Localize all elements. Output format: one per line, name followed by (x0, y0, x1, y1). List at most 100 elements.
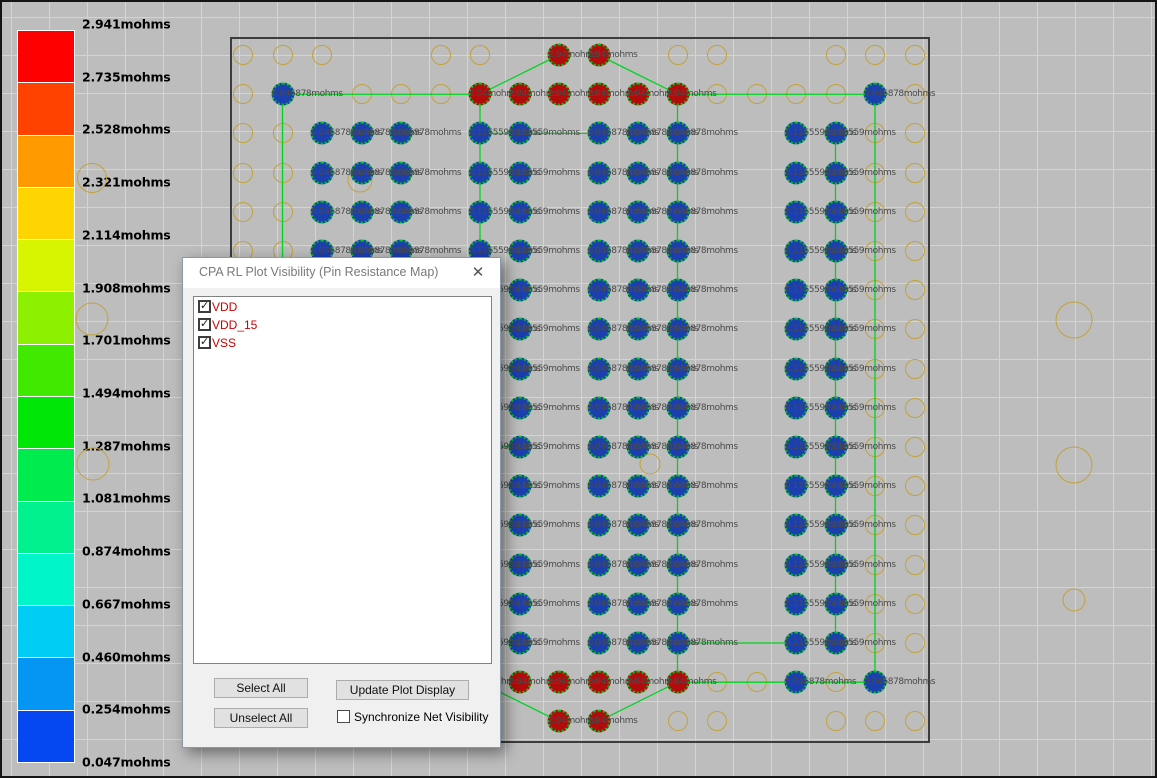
unconnected-pad-circle (905, 555, 925, 575)
pin-resistance-label: 0.046878mohms (390, 128, 461, 138)
close-icon[interactable]: ✕ (468, 263, 488, 281)
legend-swatch (17, 553, 75, 606)
pin-resistance-label: 0.116559mohms (825, 168, 896, 178)
net-checkbox-vdd_15[interactable]: ✓ (198, 318, 211, 331)
pin-resistance-label: 0.116559mohms (509, 285, 580, 295)
app-window: 2.941mohms2.735mohms2.528mohms2.321mohms… (0, 0, 1157, 778)
unconnected-pad-circle (905, 280, 925, 300)
unconnected-pad-circle (905, 437, 925, 457)
pin-resistance-label: 0.046878mohms (785, 677, 856, 687)
legend-swatch (17, 710, 75, 763)
net-list-item[interactable]: ✓VSS (198, 334, 491, 351)
net-label[interactable]: VDD_15 (212, 318, 257, 332)
legend-swatch (17, 239, 75, 292)
pin-resistance-label: 0.046878mohms (667, 560, 738, 570)
pin-resistance-label: 0.116559mohms (825, 364, 896, 374)
pin-resistance-label: 0.046878mohms (667, 481, 738, 491)
unconnected-pad-circle (707, 711, 727, 731)
unconnected-pad-circle (905, 359, 925, 379)
pin-resistance-label: 2.94mohms (667, 89, 717, 99)
pin-resistance-label: 0.046878mohms (864, 89, 935, 99)
pin-resistance-label: 0.116559mohms (509, 442, 580, 452)
pin-resistance-label: 0.046878mohms (667, 442, 738, 452)
pin-resistance-label: 0.116559mohms (825, 520, 896, 530)
unconnected-pad-circle (312, 45, 332, 65)
net-label[interactable]: VSS (212, 336, 236, 350)
pin-resistance-label: 0.046878mohms (667, 599, 738, 609)
legend-value-label: 1.494mohms (82, 385, 171, 400)
pin-resistance-label: 0.116559mohms (509, 364, 580, 374)
unconnected-pad-circle (391, 84, 411, 104)
pin-resistance-label: 0.046878mohms (667, 364, 738, 374)
legend-swatch (17, 657, 75, 710)
unconnected-pad-circle (707, 45, 727, 65)
pin-resistance-label: 0.046878mohms (390, 207, 461, 217)
select-all-button[interactable]: Select All (214, 678, 308, 698)
pin-resistance-label: 0.116559mohms (509, 481, 580, 491)
pin-resistance-label: 0.046878mohms (667, 638, 738, 648)
pin-resistance-label: 0.046878mohms (667, 520, 738, 530)
legend-swatch (17, 501, 75, 554)
unconnected-pad-circle (865, 45, 885, 65)
pin-resistance-label: 0.046878mohms (667, 246, 738, 256)
unconnected-pad-circle (905, 711, 925, 731)
net-list[interactable]: ✓VDD✓VDD_15✓VSS (193, 296, 492, 664)
unselect-all-button[interactable]: Unselect All (214, 708, 308, 728)
net-list-item[interactable]: ✓VDD (198, 298, 491, 315)
dialog-titlebar[interactable]: CPA RL Plot Visibility (Pin Resistance M… (183, 258, 500, 288)
pin-resistance-label: 0.046878mohms (667, 168, 738, 178)
unconnected-pad-circle (826, 711, 846, 731)
pin-resistance-label: 0.116559mohms (825, 324, 896, 334)
unconnected-pad-circle (905, 163, 925, 183)
net-checkbox-vss[interactable]: ✓ (198, 336, 211, 349)
net-label[interactable]: VDD (212, 300, 237, 314)
unconnected-pad-circle (273, 123, 293, 143)
pin-resistance-label: 0.116559mohms (825, 207, 896, 217)
pin-resistance-label: 0.116559mohms (509, 560, 580, 570)
update-plot-display-button[interactable]: Update Plot Display (336, 680, 469, 700)
unconnected-pad-circle (668, 45, 688, 65)
unconnected-pad-circle (233, 45, 253, 65)
legend-value-label: 2.735mohms (82, 69, 171, 84)
unconnected-pad-circle (431, 45, 451, 65)
pin-resistance-label: 0.116559mohms (509, 207, 580, 217)
unconnected-pad-circle (905, 515, 925, 535)
unassigned-pad-circle (76, 303, 109, 336)
net-list-item[interactable]: ✓VDD_15 (198, 316, 491, 333)
pin-resistance-label: 0.116559mohms (509, 599, 580, 609)
legend-swatch (17, 291, 75, 344)
unconnected-pad-circle (905, 476, 925, 496)
pin-resistance-label: 0.116559mohms (825, 638, 896, 648)
pin-resistance-label: 0.116559mohms (825, 599, 896, 609)
legend-value-label: 0.460mohms (82, 649, 171, 664)
legend-value-label: 0.254mohms (82, 702, 171, 717)
synchronize-net-visibility-label[interactable]: Synchronize Net Visibility (354, 710, 489, 724)
legend-value-label: 1.908mohms (82, 280, 171, 295)
unconnected-pad-circle (431, 84, 451, 104)
pin-resistance-label: 0.046878mohms (667, 207, 738, 217)
legend-swatch (17, 135, 75, 188)
unconnected-pad-circle (233, 84, 253, 104)
unconnected-pad-circle (905, 594, 925, 614)
pin-resistance-label: 2.94mohms (588, 50, 638, 60)
pin-resistance-label: 0.116559mohms (825, 285, 896, 295)
pin-resistance-label: 0.046878mohms (390, 246, 461, 256)
pin-resistance-label: 0.116559mohms (509, 246, 580, 256)
net-checkbox-vdd[interactable]: ✓ (198, 300, 211, 313)
legend-swatch (17, 82, 75, 135)
unconnected-pad-circle (352, 84, 372, 104)
legend-value-label: 1.081mohms (82, 491, 171, 506)
synchronize-net-visibility-checkbox[interactable] (337, 710, 350, 723)
pin-resistance-label: 0.046878mohms (667, 403, 738, 413)
unconnected-pad-circle (233, 163, 253, 183)
legend-value-label: 0.874mohms (82, 544, 171, 559)
pin-resistance-label: 0.046878mohms (667, 285, 738, 295)
legend-swatch (17, 396, 75, 449)
pin-resistance-label: 0.116559mohms (825, 481, 896, 491)
unassigned-pad-circle (1056, 302, 1093, 339)
unassigned-pad-circle (77, 448, 110, 481)
pin-resistance-label: 0.046878mohms (667, 324, 738, 334)
legend-value-label: 2.114mohms (82, 227, 171, 242)
unconnected-pad-circle (273, 45, 293, 65)
unconnected-pad-circle (905, 202, 925, 222)
